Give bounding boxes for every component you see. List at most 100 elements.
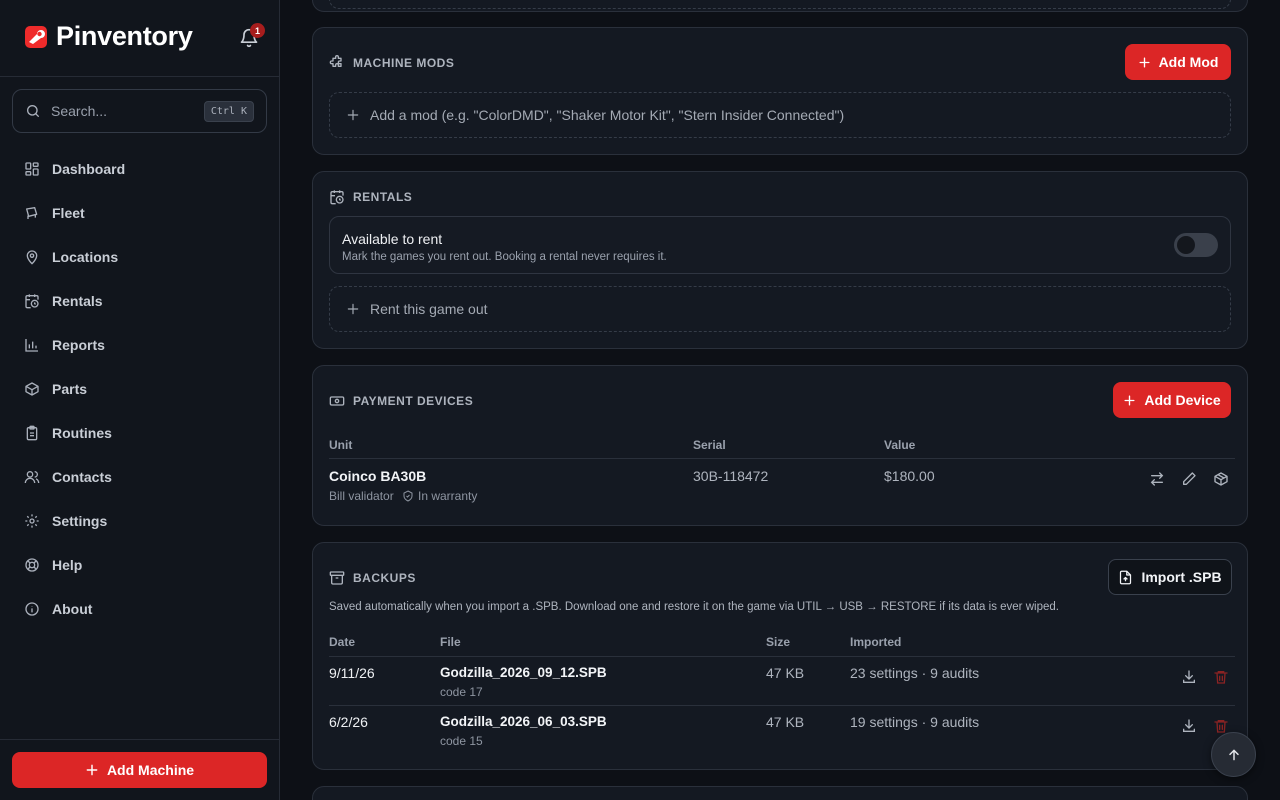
backup-code: code 17 [440, 685, 483, 699]
dashboard-icon [25, 162, 39, 176]
previous-card [312, 0, 1248, 12]
users-icon [24, 471, 40, 484]
search-shortcut: Ctrl K [203, 100, 254, 122]
add-mod-input[interactable]: Add a mod (e.g. "ColorDMD", "Shaker Moto… [329, 92, 1231, 138]
sidebar-item-label: Contacts [52, 469, 112, 485]
table-divider [329, 458, 1235, 459]
device-type: Bill validator [329, 489, 394, 503]
backup-file[interactable]: Godzilla_2026_09_12.SPB [440, 665, 607, 680]
pinventory-logo-icon [25, 25, 47, 48]
device-unit: Coinco BA30B [329, 468, 427, 484]
plus-icon [1139, 56, 1150, 68]
sidebar-item-label: Help [52, 557, 83, 573]
sidebar-item-settings[interactable]: Settings [12, 499, 268, 543]
plus-icon [347, 303, 359, 315]
backup-file[interactable]: Godzilla_2026_06_03.SPB [440, 714, 607, 729]
sidebar-item-routines[interactable]: Routines [12, 411, 268, 455]
sidebar-item-label: Locations [52, 249, 119, 265]
backup-imported: 23 settings · 9 audits [850, 665, 980, 681]
sidebar-item-help[interactable]: Help [12, 543, 268, 587]
sidebar-item-rentals[interactable]: Rentals [12, 279, 268, 323]
sidebar-item-dashboard[interactable]: Dashboard [12, 147, 268, 191]
brand[interactable]: Pinventory [24, 21, 193, 52]
machine-mods-card: MACHINE MODS Add Mod Add a mod (e.g. "Co… [312, 27, 1248, 155]
table-divider [329, 656, 1235, 657]
map-pin-icon [26, 250, 38, 265]
column-header-imported: Imported [850, 635, 902, 649]
add-mod-button[interactable]: Add Mod [1125, 44, 1231, 80]
archive-icon [329, 571, 345, 585]
sidebar-item-label: Routines [52, 425, 112, 441]
search-input[interactable]: Search... Ctrl K [12, 89, 267, 133]
backup-date: 9/11/26 [329, 665, 375, 681]
sidebar-item-locations[interactable]: Locations [12, 235, 268, 279]
notification-badge: 1 [250, 23, 265, 38]
column-header-unit: Unit [329, 438, 353, 452]
download-icon[interactable] [1181, 669, 1197, 685]
sidebar-divider [0, 76, 280, 77]
fleet-icon [26, 207, 38, 219]
sidebar-item-parts[interactable]: Parts [12, 367, 268, 411]
sidebar: Pinventory 1 Search... Ctrl K Dashboard … [0, 0, 280, 800]
card-title: RENTALS [353, 190, 413, 204]
add-device-button[interactable]: Add Device [1113, 382, 1231, 418]
search-icon [27, 105, 39, 117]
next-card [312, 786, 1248, 800]
payment-devices-header: PAYMENT DEVICES [329, 393, 473, 409]
backup-imported: 19 settings · 9 audits [850, 714, 980, 730]
add-mod-placeholder: Add a mod (e.g. "ColorDMD", "Shaker Moto… [370, 107, 845, 123]
column-header-file: File [440, 635, 461, 649]
sidebar-item-label: Fleet [52, 205, 85, 221]
archive-box-icon[interactable] [1213, 471, 1229, 487]
payment-devices-card: PAYMENT DEVICES Add Device Unit Serial V… [312, 365, 1248, 526]
sidebar-item-label: Settings [52, 513, 108, 529]
trash-icon[interactable] [1213, 669, 1229, 685]
rentals-card: RENTALS Available to rent Mark the games… [312, 171, 1248, 349]
backup-size: 47 KB [766, 665, 805, 681]
swap-icon[interactable] [1149, 471, 1165, 487]
backups-description: Saved automatically when you import a .S… [329, 601, 1059, 613]
device-value: $180.00 [884, 468, 935, 484]
info-icon [25, 602, 39, 616]
scroll-to-top-button[interactable] [1211, 732, 1256, 777]
warranty-status: In warranty [418, 489, 478, 503]
puzzle-icon [329, 55, 342, 67]
add-machine-button[interactable]: Add Machine [12, 752, 267, 788]
sidebar-divider [0, 739, 280, 740]
add-device-label: Add Device [1144, 392, 1221, 408]
previous-card-dashed [329, 0, 1231, 9]
gear-icon [25, 514, 39, 528]
sidebar-item-label: Rentals [52, 293, 103, 309]
clipboard-icon [26, 425, 38, 441]
sidebar-item-label: Parts [52, 381, 88, 397]
plus-icon [1124, 394, 1135, 406]
column-header-size: Size [766, 635, 791, 649]
search-placeholder: Search... [51, 103, 108, 119]
edit-icon[interactable] [1181, 471, 1197, 487]
column-header-date: Date [329, 635, 356, 649]
available-to-rent-toggle[interactable] [1174, 233, 1218, 257]
import-spb-button[interactable]: Import .SPB [1108, 559, 1232, 595]
banknote-icon [329, 396, 345, 406]
device-serial: 30B-118472 [693, 468, 769, 484]
sidebar-item-contacts[interactable]: Contacts [12, 455, 268, 499]
trash-icon[interactable] [1213, 718, 1229, 734]
backups-header: BACKUPS [329, 570, 416, 586]
available-to-rent-description: Mark the games you rent out. Booking a r… [342, 251, 667, 263]
sidebar-item-reports[interactable]: Reports [12, 323, 268, 367]
sidebar-item-label: Reports [52, 337, 105, 353]
download-icon[interactable] [1181, 718, 1197, 734]
bar-chart-icon [25, 339, 38, 352]
column-header-serial: Serial [693, 438, 726, 452]
sidebar-nav: Dashboard Fleet Locations Rentals Report… [12, 147, 268, 631]
sidebar-item-about[interactable]: About [12, 587, 268, 631]
add-mod-label: Add Mod [1158, 54, 1219, 70]
backup-size: 47 KB [766, 714, 805, 730]
sidebar-item-fleet[interactable]: Fleet [12, 191, 268, 235]
rent-game-out-button[interactable]: Rent this game out [329, 286, 1231, 332]
life-buoy-icon [25, 558, 39, 572]
calendar-clock-icon [330, 190, 344, 205]
card-title: BACKUPS [353, 571, 416, 585]
add-machine-label: Add Machine [106, 762, 195, 778]
backups-card: BACKUPS Import .SPB Saved automatically … [312, 542, 1248, 770]
